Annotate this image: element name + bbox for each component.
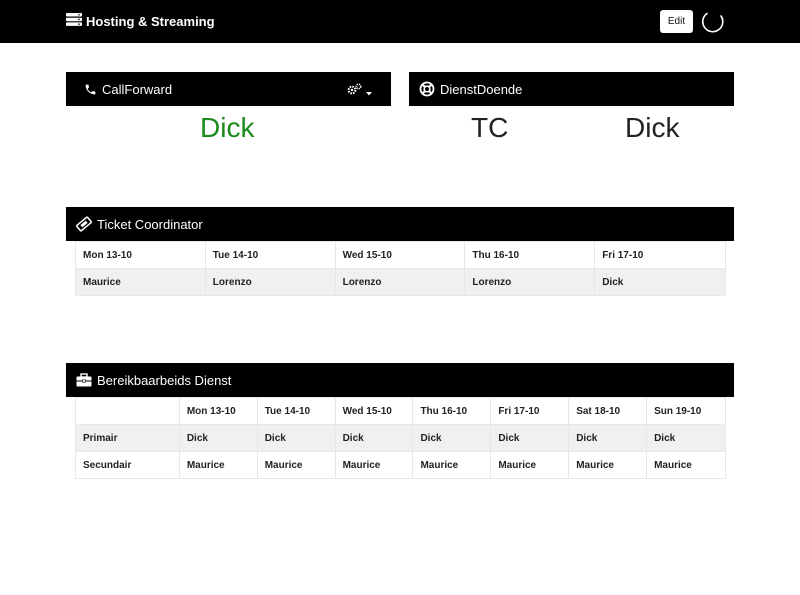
app-title: Hosting & Streaming	[86, 13, 215, 29]
spinner-icon	[700, 10, 724, 39]
table-cell: Dick	[256, 424, 336, 452]
table-cell: Maurice	[646, 451, 726, 479]
gears-icon	[347, 83, 362, 101]
day-header: Wed 15-10	[334, 241, 466, 269]
day-header: Sun 19-10	[646, 397, 726, 425]
callforward-title: CallForward	[102, 81, 173, 97]
settings-dropdown-button[interactable]	[347, 83, 372, 101]
table-cell: Maurice	[334, 451, 414, 479]
table-cell: Dick	[412, 424, 492, 452]
dienstdoende-label: TC	[471, 112, 509, 143]
table-header-row: Mon 13-10 Tue 14-10 Wed 15-10 Thu 16-10 …	[75, 241, 726, 269]
table-cell: Dick	[178, 424, 258, 452]
top-navbar: Hosting & Streaming Edit	[0, 0, 800, 43]
row-label: Primair	[75, 424, 180, 452]
table-cell: Lorenzo	[334, 268, 466, 296]
ticket-icon	[76, 216, 92, 232]
bereik-panel-header: Bereikbaarbeids Dienst	[66, 363, 734, 397]
day-header: Sat 18-10	[568, 397, 648, 425]
corner-cell	[75, 397, 180, 425]
table-row: Maurice Lorenzo Lorenzo Lorenzo Dick	[75, 268, 726, 296]
day-header: Tue 14-10	[256, 397, 336, 425]
day-header: Fri 17-10	[594, 241, 726, 269]
dienstdoende-panel-header: DienstDoende	[409, 72, 734, 106]
table-cell: Maurice	[568, 451, 648, 479]
edit-button[interactable]: Edit	[660, 10, 693, 33]
table-row: Secundair Maurice Maurice Maurice Mauric…	[75, 451, 726, 479]
day-header: Thu 16-10	[412, 397, 492, 425]
table-cell: Lorenzo	[204, 268, 336, 296]
callforward-panel-header: CallForward	[66, 72, 391, 106]
ticket-title: Ticket Coordinator	[97, 216, 203, 232]
table-cell: Dick	[334, 424, 414, 452]
table-row: Primair Dick Dick Dick Dick Dick Dick Di…	[75, 424, 726, 452]
chevron-down-icon	[366, 83, 372, 101]
table-cell: Maurice	[412, 451, 492, 479]
table-header-row: Mon 13-10 Tue 14-10 Wed 15-10 Thu 16-10 …	[75, 397, 726, 425]
bereik-table: Mon 13-10 Tue 14-10 Wed 15-10 Thu 16-10 …	[75, 397, 726, 479]
ticket-table: Mon 13-10 Tue 14-10 Wed 15-10 Thu 16-10 …	[75, 241, 726, 296]
table-cell: Dick	[594, 268, 726, 296]
day-header: Mon 13-10	[75, 241, 206, 269]
table-cell: Dick	[490, 424, 570, 452]
dienstdoende-title: DienstDoende	[440, 81, 523, 97]
day-header: Tue 14-10	[204, 241, 336, 269]
table-cell: Dick	[646, 424, 726, 452]
table-cell: Maurice	[178, 451, 258, 479]
bereik-title: Bereikbaarbeids Dienst	[97, 372, 232, 388]
phone-icon	[84, 83, 97, 96]
callforward-value: Dick	[200, 112, 255, 143]
dienstdoende-value: Dick	[625, 112, 680, 143]
row-label: Secundair	[75, 451, 180, 479]
table-cell: Maurice	[256, 451, 336, 479]
lifebuoy-icon	[419, 81, 435, 97]
server-icon	[66, 13, 86, 29]
table-cell: Maurice	[490, 451, 570, 479]
day-header: Thu 16-10	[464, 241, 596, 269]
table-cell: Lorenzo	[464, 268, 596, 296]
table-cell: Maurice	[75, 268, 206, 296]
brand[interactable]: Hosting & Streaming	[66, 13, 215, 29]
day-header: Wed 15-10	[334, 397, 414, 425]
day-header: Fri 17-10	[490, 397, 570, 425]
day-header: Mon 13-10	[178, 397, 258, 425]
table-cell: Dick	[568, 424, 648, 452]
briefcase-icon	[76, 373, 92, 387]
ticket-panel-header: Ticket Coordinator	[66, 207, 734, 241]
